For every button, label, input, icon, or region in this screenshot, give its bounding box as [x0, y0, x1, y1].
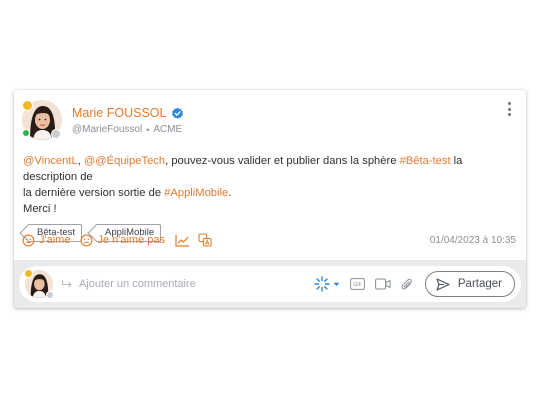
- body-line-1: @VincentL, @@ÉquipeTech, pouvez-vous val…: [23, 153, 516, 185]
- share-label: Partager: [457, 278, 502, 290]
- translate-icon: [198, 233, 212, 247]
- video-button[interactable]: [374, 278, 391, 290]
- post: Marie FOUSSOL @MarieFoussol • ACME @Vinc…: [14, 90, 526, 260]
- comment-input[interactable]: [79, 272, 304, 296]
- gif-button[interactable]: GIF: [349, 278, 365, 290]
- crown-badge-icon: [22, 100, 33, 111]
- crown-badge-icon: [24, 269, 33, 278]
- author-avatar[interactable]: [22, 100, 62, 140]
- like-button[interactable]: J'aime: [22, 234, 70, 247]
- chevron-down-icon: [333, 282, 340, 286]
- post-date: 01/04/2023 à 10:35: [429, 234, 516, 246]
- reply-icon: [61, 280, 72, 288]
- author-handle[interactable]: @MarieFoussol: [72, 124, 142, 135]
- like-label: J'aime: [39, 234, 71, 246]
- hashtag-applimobile[interactable]: #AppliMobile: [164, 187, 228, 199]
- comment-composer: GIF Partager: [19, 266, 521, 302]
- author-meta: @MarieFoussol • ACME: [72, 124, 184, 135]
- meta-separator: •: [146, 124, 150, 135]
- frown-icon: [81, 234, 93, 246]
- verified-icon: [172, 107, 184, 119]
- share-button[interactable]: Partager: [424, 271, 515, 297]
- body-line-2: la dernière version sortie de #AppliMobi…: [23, 185, 516, 201]
- post-body: @VincentL, @@ÉquipeTech, pouvez-vous val…: [22, 153, 516, 217]
- body-closing: Merci !: [23, 203, 57, 215]
- post-header: Marie FOUSSOL @MarieFoussol • ACME: [22, 100, 516, 140]
- hashtag-beta-test[interactable]: #Bêta-test: [400, 155, 451, 167]
- more-icon[interactable]: [506, 102, 512, 118]
- svg-text:GIF: GIF: [353, 282, 361, 288]
- translate-button[interactable]: [198, 233, 212, 247]
- body-text-fragment: la dernière version sortie de: [23, 187, 165, 199]
- role-badge-icon: [51, 129, 61, 139]
- online-status-icon: [22, 129, 30, 137]
- post-actions: J'aime Je n'aime pas 01/04/2023 à 10:35: [22, 233, 516, 247]
- stats-button[interactable]: [175, 234, 190, 247]
- author-line: Marie FOUSSOL: [72, 106, 184, 120]
- attachment-icon: [401, 278, 412, 289]
- dislike-label: Je n'aime pas: [97, 234, 165, 246]
- dislike-button[interactable]: Je n'aime pas: [80, 234, 165, 247]
- role-badge-icon: [46, 291, 54, 299]
- attachment-button[interactable]: [401, 277, 413, 292]
- mention-equipetech[interactable]: @@ÉquipeTech: [84, 155, 165, 167]
- comment-bar: GIF Partager: [14, 260, 526, 308]
- organization[interactable]: ACME: [153, 124, 182, 135]
- body-text-fragment: , pouvez-vous valider et publier dans la…: [165, 155, 400, 167]
- video-icon: [374, 278, 391, 290]
- gif-icon: GIF: [349, 278, 365, 290]
- author-info: Marie FOUSSOL @MarieFoussol • ACME: [72, 100, 184, 135]
- author-name[interactable]: Marie FOUSSOL: [72, 106, 166, 120]
- mention-vincentl[interactable]: @VincentL: [23, 155, 78, 167]
- commenter-avatar: [24, 269, 54, 299]
- send-icon: [436, 277, 450, 291]
- ai-assist-button[interactable]: [314, 276, 340, 292]
- body-text-fragment: .: [228, 187, 232, 199]
- sparkle-icon: [314, 276, 330, 292]
- smile-icon: [22, 234, 35, 246]
- stats-icon: [175, 234, 189, 247]
- post-card: Marie FOUSSOL @MarieFoussol • ACME @Vinc…: [14, 90, 526, 308]
